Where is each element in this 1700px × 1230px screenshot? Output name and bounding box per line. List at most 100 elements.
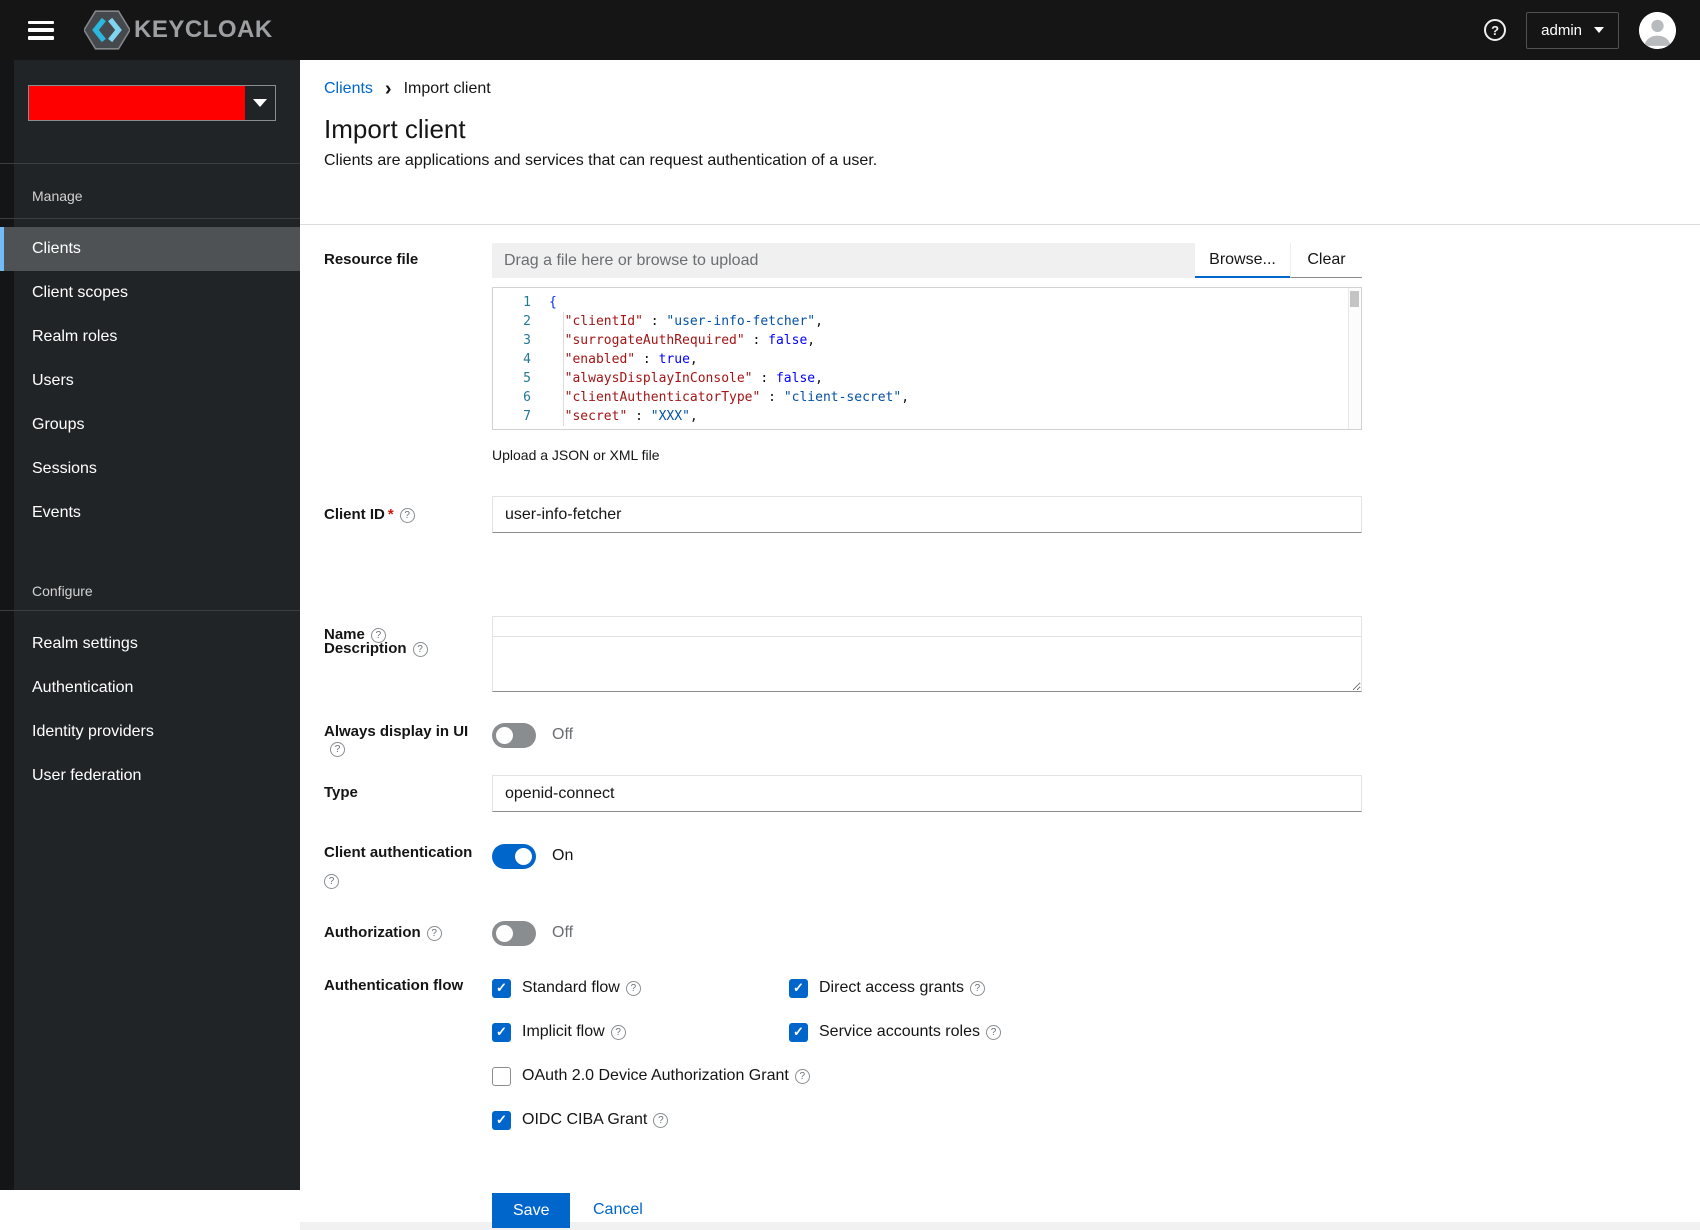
brand-text: KEYCLOAK: [134, 16, 273, 43]
menu-icon[interactable]: [28, 20, 54, 40]
sidebar-item-sessions[interactable]: Sessions: [0, 447, 300, 491]
nav-section-title-manage: Manage: [32, 188, 83, 204]
code-line: 5 "alwaysDisplayInConsole" : false,: [493, 369, 1361, 388]
type-input[interactable]: [492, 775, 1362, 812]
keycloak-logo-icon: [84, 10, 130, 50]
sidebar-item-authentication[interactable]: Authentication: [0, 666, 300, 710]
client-authentication-toggle[interactable]: [492, 843, 536, 869]
sidebar-item-groups[interactable]: Groups: [0, 403, 300, 447]
sidebar: Manage Clients Client scopes Realm roles Us…: [0, 60, 300, 1190]
upload-helper-text: Upload a JSON or XML file: [492, 447, 660, 463]
line-number: 3: [523, 333, 531, 348]
sidebar-item-users[interactable]: Users: [0, 359, 300, 403]
client-id-input[interactable]: [492, 496, 1362, 533]
divider: [0, 610, 300, 611]
authorization-state: Off: [552, 924, 574, 941]
checked-checkbox-icon[interactable]: ✓: [492, 1110, 511, 1130]
help-icon[interactable]: ?: [794, 1068, 810, 1084]
chevron-right-icon: ›: [384, 78, 392, 100]
always-display-toggle[interactable]: [492, 722, 536, 748]
help-icon[interactable]: ?: [330, 742, 345, 757]
line-number: 1: [523, 295, 531, 310]
line-number: 2: [523, 314, 531, 329]
checkbox-standard-flow[interactable]: ✓ Standard flow?: [492, 975, 789, 1001]
save-button[interactable]: Save: [492, 1193, 571, 1228]
file-upload-input[interactable]: Drag a file here or browse to upload: [492, 243, 1195, 278]
checkbox-label: Service accounts roles: [819, 1023, 980, 1040]
sidebar-item-clients[interactable]: Clients: [0, 227, 300, 271]
file-upload: Drag a file here or browse to upload Bro…: [492, 243, 1362, 278]
keycloak-admin-console: { "masthead": { "brand": "KEYCLOAK", "us…: [0, 0, 1700, 1230]
divider: [0, 218, 300, 219]
code-line: 3 "surrogateAuthRequired" : false,: [493, 331, 1361, 350]
checkbox-label: Direct access grants: [819, 979, 964, 996]
always-display-state: Off: [552, 726, 574, 743]
description-label: Description?: [324, 640, 486, 657]
nav-list-configure: Realm settings Authentication Identity pro…: [0, 622, 300, 798]
user-menu[interactable]: admin: [1526, 11, 1619, 49]
line-number: 7: [523, 409, 531, 424]
help-icon[interactable]: ?: [610, 1024, 626, 1040]
sidebar-item-user-federation[interactable]: User federation: [0, 754, 300, 798]
authentication-flow-options: ✓ Standard flow? ✓ Direct access grants? ✓ Im…: [492, 975, 1001, 1133]
sidebar-item-identity-providers[interactable]: Identity providers: [0, 710, 300, 754]
caret-down-icon: [253, 99, 267, 107]
checked-checkbox-icon[interactable]: ✓: [789, 978, 808, 998]
checked-checkbox-icon[interactable]: ✓: [492, 978, 511, 998]
help-icon[interactable]: ?: [653, 1112, 669, 1128]
checkbox-direct-access-grants[interactable]: ✓ Direct access grants?: [789, 975, 1001, 1001]
help-icon[interactable]: ?: [324, 874, 339, 889]
help-icon[interactable]: ?: [426, 926, 442, 941]
realm-name-redacted: [29, 86, 245, 120]
page-subtitle: Clients are applications and services th…: [324, 152, 878, 169]
browse-button[interactable]: Browse...: [1195, 243, 1290, 278]
breadcrumb: Clients › Import client: [324, 78, 491, 100]
sidebar-item-realm-settings[interactable]: Realm settings: [0, 622, 300, 666]
help-icon[interactable]: ?: [412, 642, 428, 657]
sidebar-item-client-scopes[interactable]: Client scopes: [0, 271, 300, 315]
help-icon[interactable]: ?: [1484, 19, 1507, 41]
help-icon[interactable]: ?: [399, 508, 415, 523]
required-asterisk: *: [387, 506, 394, 523]
help-icon[interactable]: ?: [969, 980, 985, 996]
sidebar-item-realm-roles[interactable]: Realm roles: [0, 315, 300, 359]
client-authentication-state: On: [552, 847, 574, 864]
type-label: Type: [324, 784, 358, 801]
client-id-label: Client ID *?: [324, 506, 486, 523]
breadcrumb-clients-link[interactable]: Clients: [324, 80, 373, 98]
main-content: Clients › Import client Import client Cl…: [300, 60, 1700, 1230]
checkbox-oauth-2-0-device-authorization-grant[interactable]: OAuth 2.0 Device Authorization Grant?: [492, 1063, 810, 1089]
checked-checkbox-icon[interactable]: ✓: [492, 1022, 511, 1042]
checkbox-implicit-flow[interactable]: ✓ Implicit flow?: [492, 1019, 789, 1045]
code-line: 4 "enabled" : true,: [493, 350, 1361, 369]
line-number: 6: [523, 390, 531, 405]
checked-checkbox-icon[interactable]: ✓: [789, 1022, 808, 1042]
checkbox-service-accounts-roles[interactable]: ✓ Service accounts roles?: [789, 1019, 1001, 1045]
realm-selector[interactable]: [28, 85, 276, 121]
clear-button[interactable]: Clear: [1290, 243, 1362, 278]
checkbox-label: OIDC CIBA Grant: [522, 1111, 648, 1128]
editor-scrollbar[interactable]: [1348, 288, 1361, 429]
checkbox-label: OAuth 2.0 Device Authorization Grant: [522, 1067, 789, 1084]
user-avatar-icon: [1639, 11, 1676, 49]
keycloak-logo: KEYCLOAK: [84, 10, 273, 50]
help-icon[interactable]: ?: [985, 1024, 1001, 1040]
client-authentication-label: Client authentication ?: [324, 844, 473, 889]
code-line: 7 "secret" : "XXX",: [493, 407, 1361, 426]
line-number: 5: [523, 371, 531, 386]
always-display-label: Always display in UI?: [324, 723, 469, 757]
description-textarea[interactable]: [492, 636, 1362, 692]
code-line: 6 "clientAuthenticatorType" : "client-se…: [493, 388, 1361, 407]
unchecked-checkbox-icon[interactable]: [492, 1066, 511, 1086]
checkbox-oidc-ciba-grant[interactable]: ✓ OIDC CIBA Grant?: [492, 1107, 789, 1133]
checkbox-label: Standard flow: [522, 979, 620, 996]
cancel-link[interactable]: Cancel: [593, 1201, 643, 1219]
sidebar-item-events[interactable]: Events: [0, 491, 300, 535]
authorization-toggle[interactable]: [492, 920, 536, 946]
help-icon[interactable]: ?: [625, 980, 641, 996]
authorization-label: Authorization?: [324, 924, 486, 941]
code-editor[interactable]: 1{2 "clientId" : "user-info-fetcher", 3 "…: [492, 287, 1362, 430]
divider: [300, 224, 1700, 225]
code-line: 1{: [493, 293, 1361, 312]
avatar[interactable]: [1639, 11, 1676, 49]
